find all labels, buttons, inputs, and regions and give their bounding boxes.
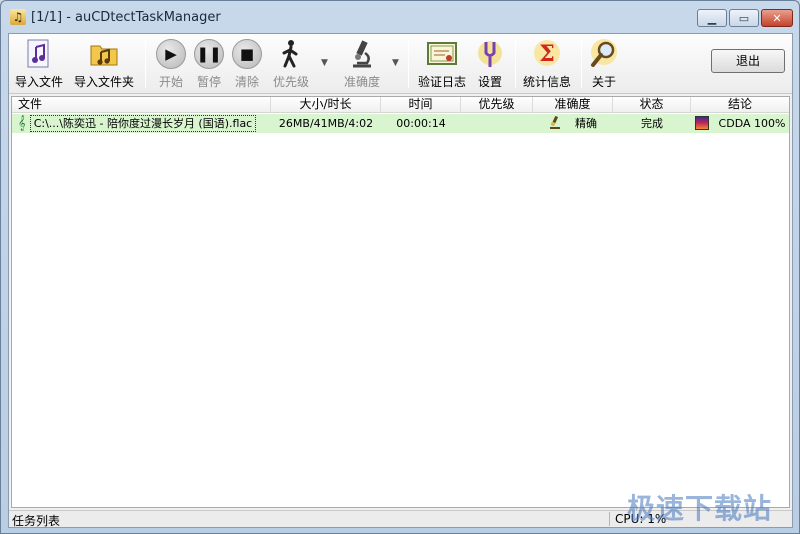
import-file-button[interactable]: 导入文件: [13, 38, 65, 90]
exit-button[interactable]: 退出: [711, 49, 785, 73]
column-header-size-duration[interactable]: 大小/时长: [271, 97, 381, 113]
window-controls: ▁ ▭ ✕: [697, 9, 793, 27]
start-button[interactable]: ▶ 开始: [151, 38, 191, 90]
settings-label: 设置: [477, 75, 502, 89]
table-header: 文件 大小/时长 时间 优先级 准确度 状态 结论: [12, 97, 789, 113]
certificate-icon: [426, 38, 458, 70]
verify-log-label: 验证日志: [417, 75, 466, 89]
import-folder-label: 导入文件夹: [73, 75, 134, 89]
accuracy-dropdown-arrow-icon[interactable]: ▼: [392, 58, 399, 68]
accuracy-cell: 精确: [533, 114, 613, 133]
settings-button[interactable]: 设置: [473, 38, 507, 90]
toolbar-separator: [408, 40, 409, 88]
column-header-accuracy[interactable]: 准确度: [533, 97, 613, 113]
pause-icon: ❚❚: [194, 39, 224, 69]
walking-person-icon: [275, 38, 307, 70]
import-folder-button[interactable]: 导入文件夹: [71, 38, 137, 90]
toolbar: 导入文件 导入文件夹 ▶ 开始 ❚❚ 暂停 ■ 清除 优先级 ▼ 准确度 ▼ 验…: [9, 34, 792, 94]
accuracy-button[interactable]: 准确度: [339, 38, 385, 90]
microscope-icon: [346, 38, 378, 70]
import-file-label: 导入文件: [14, 75, 63, 89]
toolbar-separator: [581, 40, 582, 88]
minimize-icon: ▁: [707, 11, 717, 25]
verdict-value: CDDA 100%: [718, 117, 786, 130]
clear-button[interactable]: ■ 清除: [227, 38, 267, 90]
maximize-icon: ▭: [738, 11, 750, 25]
start-label: 开始: [158, 75, 183, 89]
toolbar-separator: [145, 40, 146, 88]
accuracy-label: 准确度: [343, 75, 380, 89]
toolbar-separator: [515, 40, 516, 88]
status-cell: 完成: [641, 117, 663, 130]
minimize-button[interactable]: ▁: [697, 9, 727, 27]
column-header-time[interactable]: 时间: [381, 97, 461, 113]
client-area: 导入文件 导入文件夹 ▶ 开始 ❚❚ 暂停 ■ 清除 优先级 ▼ 准确度 ▼ 验…: [8, 33, 793, 528]
column-header-verdict[interactable]: 结论: [691, 97, 789, 113]
music-folder-icon: [88, 38, 120, 70]
status-task-list: 任务列表: [12, 514, 61, 528]
column-header-status[interactable]: 状态: [613, 97, 691, 113]
statistics-label: 统计信息: [522, 75, 571, 89]
accuracy-value: 精确: [575, 117, 597, 130]
time-cell: 00:00:14: [396, 117, 446, 130]
sigma-icon: Σ: [531, 38, 563, 70]
microscope-small-icon: [549, 115, 561, 129]
music-note-file-icon: [23, 38, 55, 70]
task-list[interactable]: 文件 大小/时长 时间 优先级 准确度 状态 结论 𝄞 C:\...\陈奕迅 - …: [11, 96, 790, 508]
watermark-text: 极速下载站: [627, 492, 773, 525]
statistics-button[interactable]: Σ 统计信息: [521, 38, 573, 90]
verify-log-button[interactable]: 验证日志: [415, 38, 469, 90]
about-button[interactable]: 关于: [587, 38, 621, 90]
priority-button[interactable]: 优先级: [269, 38, 313, 90]
priority-label: 优先级: [272, 75, 309, 89]
table-row[interactable]: 𝄞 C:\...\陈奕迅 - 陪你度过漫长岁月 (国语).flac 26MB/41…: [12, 114, 789, 133]
file-cell: 𝄞 C:\...\陈奕迅 - 陪你度过漫长岁月 (国语).flac: [18, 114, 270, 133]
play-icon: ▶: [156, 39, 186, 69]
app-window: ♫ [1/1] - auCDtectTaskManager ▁ ▭ ✕ 导入文件…: [0, 0, 800, 534]
spectrum-thumbnail-icon: [694, 116, 709, 130]
status-divider: [609, 512, 610, 526]
treble-clef-icon: 𝄞: [18, 116, 26, 131]
file-path: C:\...\陈奕迅 - 陪你度过漫长岁月 (国语).flac: [29, 115, 257, 132]
window-title: [1/1] - auCDtectTaskManager: [31, 10, 221, 25]
close-icon: ✕: [772, 11, 782, 25]
tuning-fork-icon: [474, 38, 506, 70]
column-header-file[interactable]: 文件: [12, 97, 271, 113]
clear-label: 清除: [234, 75, 259, 89]
maximize-button[interactable]: ▭: [729, 9, 759, 27]
pause-label: 暂停: [196, 75, 221, 89]
about-label: 关于: [591, 75, 616, 89]
app-music-icon: ♫: [10, 9, 26, 25]
priority-dropdown-arrow-icon[interactable]: ▼: [321, 58, 328, 68]
size-duration-cell: 26MB/41MB/4:02: [278, 117, 374, 130]
title-bar[interactable]: ♫ [1/1] - auCDtectTaskManager ▁ ▭ ✕: [1, 1, 799, 33]
column-header-priority[interactable]: 优先级: [461, 97, 533, 113]
close-button[interactable]: ✕: [761, 9, 793, 27]
priority-cell: [461, 114, 533, 133]
pause-button[interactable]: ❚❚ 暂停: [189, 38, 229, 90]
stop-icon: ■: [232, 39, 262, 69]
svg-text:Σ: Σ: [539, 41, 555, 67]
verdict-cell: CDDA 100%: [691, 114, 789, 133]
magnifier-person-icon: [588, 38, 620, 70]
